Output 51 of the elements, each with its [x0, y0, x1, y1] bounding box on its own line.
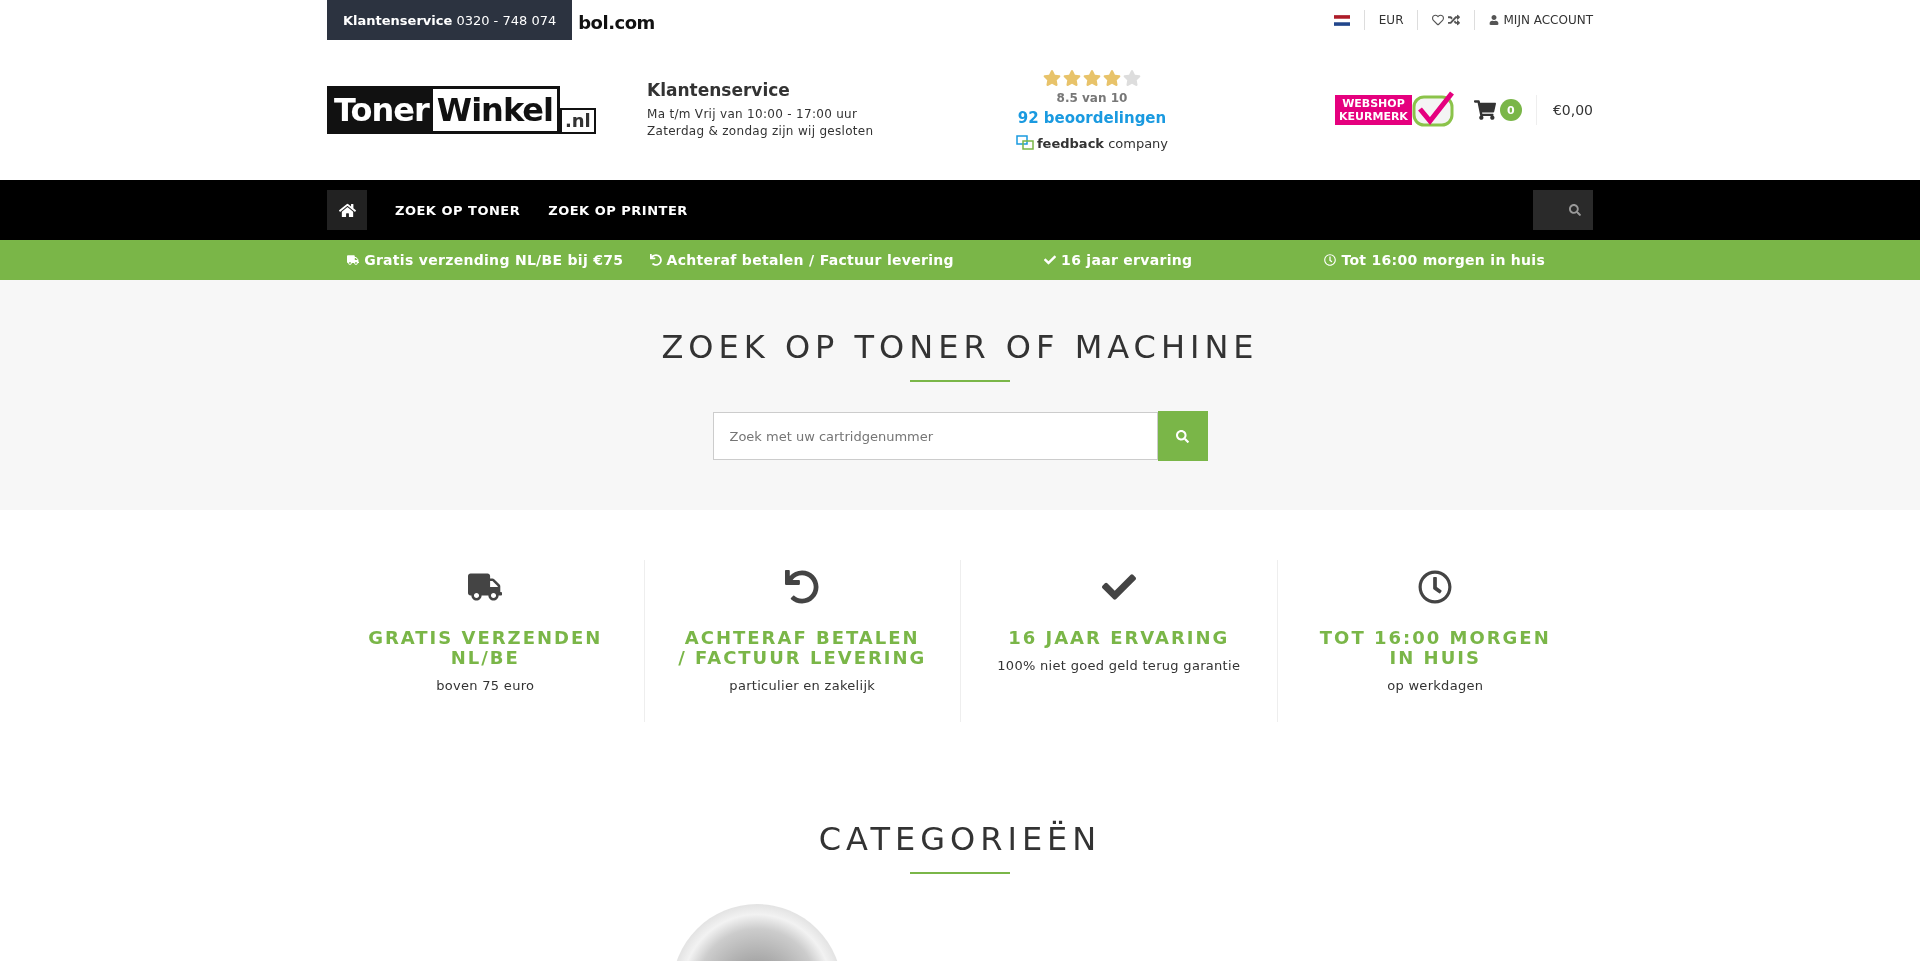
cartridge-search-field[interactable]: Zoek met uw cartridgenummer	[712, 412, 1158, 460]
home-icon	[338, 201, 356, 219]
star-icon	[1063, 69, 1081, 87]
feature-title: GRATIS VERZENDEN NL/BE	[367, 628, 604, 668]
account-link[interactable]: MIJN ACCOUNT	[1503, 13, 1593, 27]
cart-total[interactable]: €0,00	[1535, 95, 1593, 125]
undo-icon	[649, 254, 662, 266]
rating-score: 8.5 van 10	[1056, 91, 1128, 105]
usp-text: 16 jaar ervaring	[1061, 252, 1193, 268]
cart-icon[interactable]	[1473, 99, 1496, 121]
customer-service-phone[interactable]: Klantenservice 0320 - 748 074	[327, 0, 573, 40]
heart-icon[interactable]	[1432, 14, 1445, 26]
clock-icon	[1324, 254, 1337, 266]
service-closed-note: Zaterdag & zondag zijn wij gesloten	[647, 123, 875, 140]
star-icon	[1123, 69, 1141, 87]
feature-description: boven 75 euro	[436, 678, 535, 693]
feature-description: 100% niet goed geld terug garantie	[997, 658, 1241, 673]
feature-title: ACHTERAF BETALEN / FACTUUR LEVERING	[677, 628, 928, 668]
star-icon	[1103, 69, 1121, 87]
search-button[interactable]	[1533, 190, 1593, 230]
nav-link[interactable]: ZOEK OP PRINTER	[534, 202, 702, 218]
usp-text: Gratis verzending NL/BE bij €75	[364, 252, 624, 268]
star-icon	[1043, 69, 1061, 87]
user-icon	[1489, 15, 1500, 25]
cart-count-badge: 0	[1499, 99, 1522, 121]
partner-logo[interactable]: bol.com	[578, 12, 655, 40]
usp-text: Tot 16:00 morgen in huis	[1341, 252, 1546, 268]
service-title: Klantenservice	[647, 80, 791, 100]
truck-icon	[347, 254, 360, 266]
feature-title: 16 JAAR ERVARING	[1008, 628, 1230, 648]
currency-selector[interactable]: EUR	[1378, 13, 1404, 27]
checkmark-icon	[1044, 254, 1057, 266]
truck-icon	[468, 570, 503, 604]
undo-icon	[785, 570, 820, 604]
search-heading: ZOEK OP TONER OF MACHINE	[661, 328, 1259, 366]
shuffle-icon[interactable]	[1448, 14, 1461, 26]
feature-title: TOT 16:00 MORGEN IN HUIS	[1318, 628, 1552, 668]
speech-bubbles-icon	[1015, 135, 1034, 151]
search-icon	[1176, 429, 1189, 443]
star-icon	[1083, 69, 1101, 87]
nav-link[interactable]: ZOEK OP TONER	[381, 202, 535, 218]
feature-description: particulier en zakelijk	[729, 678, 876, 693]
flag-icon[interactable]	[1333, 14, 1350, 26]
feature-description: op werkdagen	[1387, 678, 1484, 693]
feedback-company-logo[interactable]: feedback company	[1036, 135, 1169, 151]
clock-icon	[1418, 570, 1453, 604]
search-icon	[1569, 204, 1581, 216]
usp-text: Achteraf betalen / Factuur levering	[666, 252, 954, 268]
categories-heading: CATEGORIEËN	[818, 820, 1102, 858]
home-button[interactable]	[327, 190, 367, 230]
service-hours: Ma t/m Vrij van 10:00 - 17:00 uur	[647, 106, 859, 123]
